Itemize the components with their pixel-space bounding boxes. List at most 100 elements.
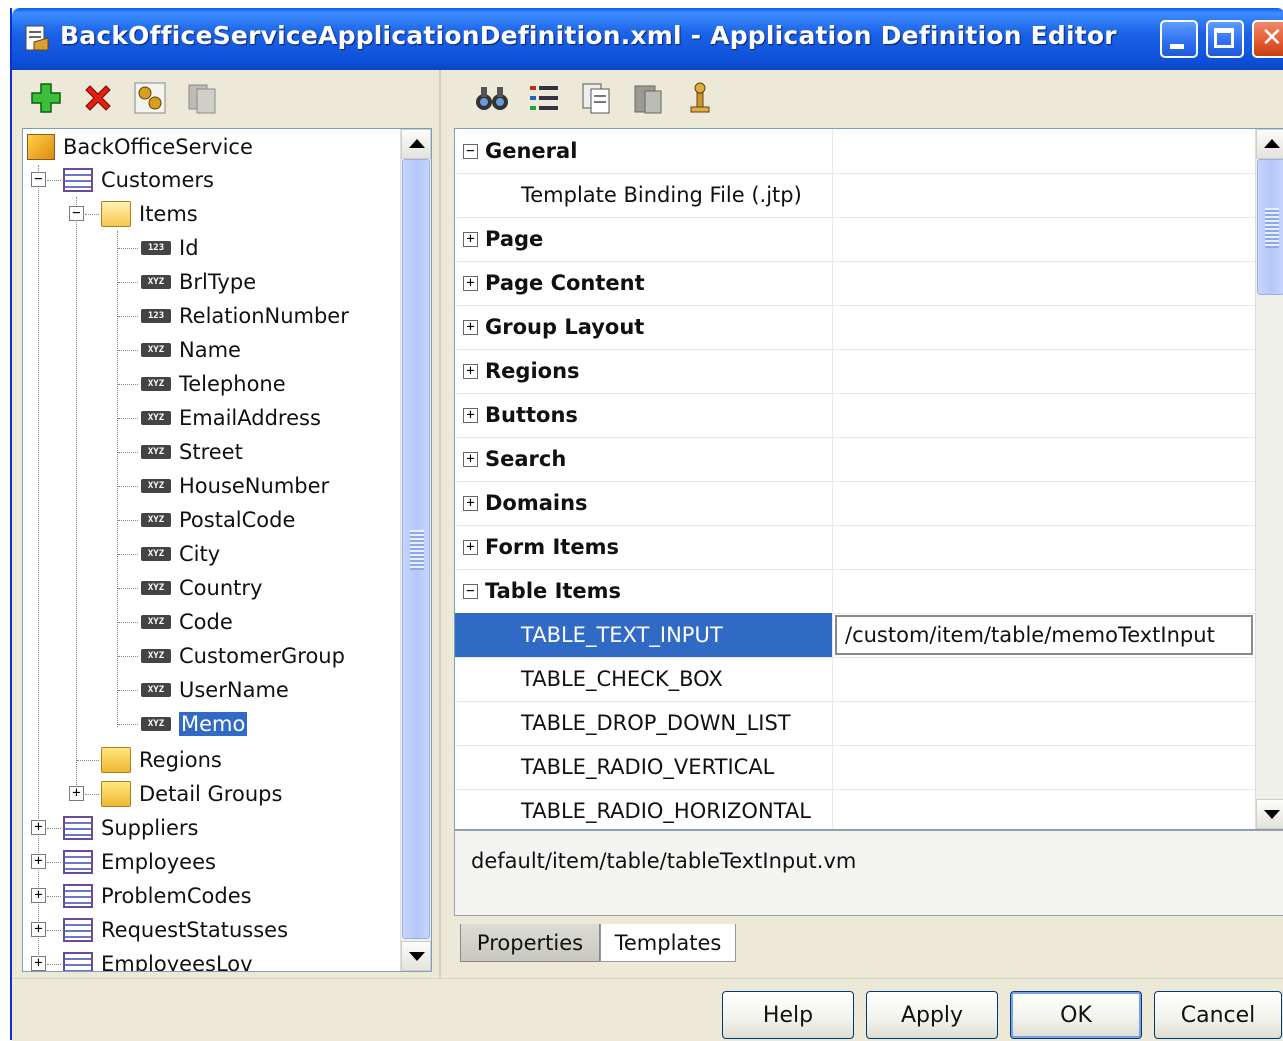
close-button[interactable] xyxy=(1252,20,1283,58)
tree-node-entity[interactable]: Employees xyxy=(63,846,216,878)
tree-node-field[interactable]: XYZ Telephone xyxy=(141,368,286,400)
tree-node-field[interactable]: XYZ Code xyxy=(141,606,233,638)
tree-node-field[interactable]: 123 RelationNumber xyxy=(141,300,349,332)
expand-toggle[interactable]: + xyxy=(31,820,46,835)
property-value[interactable] xyxy=(835,175,1253,215)
property-value-input[interactable]: /custom/item/table/memoTextInput xyxy=(835,615,1253,655)
expand-toggle[interactable]: + xyxy=(463,495,478,511)
tree-node-entity[interactable]: RequestStatusses xyxy=(63,914,288,946)
scroll-down-button[interactable] xyxy=(1256,799,1283,829)
property-table-radio-horizontal[interactable]: TABLE_RADIO_HORIZONTAL xyxy=(455,789,1255,829)
property-value[interactable] xyxy=(835,659,1253,699)
tree-node-entity[interactable]: EmployeesLov xyxy=(63,948,253,972)
property-value[interactable] xyxy=(835,747,1253,787)
ok-button[interactable]: OK xyxy=(1010,991,1142,1039)
tab-properties[interactable]: Properties xyxy=(460,924,600,962)
scroll-thumb[interactable] xyxy=(402,159,430,939)
expand-toggle[interactable]: + xyxy=(31,888,46,903)
expand-toggle[interactable]: + xyxy=(463,539,478,555)
expand-toggle[interactable]: + xyxy=(463,231,478,247)
property-table-drop-down-list[interactable]: TABLE_DROP_DOWN_LIST xyxy=(455,701,1255,746)
property-table-check-box[interactable]: TABLE_CHECK_BOX xyxy=(455,657,1255,702)
add-icon[interactable] xyxy=(28,80,64,116)
category-page-content[interactable]: + Page Content xyxy=(455,261,1255,306)
tree-node-field[interactable]: XYZ Memo xyxy=(141,708,248,740)
paste-icon[interactable] xyxy=(630,80,666,116)
expand-detail-groups-toggle[interactable]: + xyxy=(69,786,84,801)
scroll-up-button[interactable] xyxy=(401,129,431,159)
expand-toggle[interactable]: + xyxy=(463,319,478,335)
tree-node-field[interactable]: XYZ EmailAddress xyxy=(141,402,321,434)
category-general[interactable]: − General xyxy=(455,129,1255,174)
category-regions[interactable]: + Regions xyxy=(455,349,1255,394)
category-form-items[interactable]: + Form Items xyxy=(455,525,1255,570)
tree-node-field[interactable]: XYZ UserName xyxy=(141,674,289,706)
tree-node-label: HouseNumber xyxy=(179,474,330,498)
expand-toggle[interactable]: + xyxy=(31,854,46,869)
collapse-customers-toggle[interactable]: − xyxy=(31,172,46,187)
entity-tree[interactable]: BackOfficeService − Customers − Items 12… xyxy=(22,128,432,972)
tree-node-root[interactable]: BackOfficeService xyxy=(27,131,253,163)
pin-icon[interactable] xyxy=(682,80,718,116)
property-table-text-input[interactable]: TABLE_TEXT_INPUT /custom/item/table/memo… xyxy=(455,613,1255,658)
tree-node-items[interactable]: Items xyxy=(101,198,198,230)
maximize-button[interactable] xyxy=(1206,20,1244,58)
scroll-down-button[interactable] xyxy=(401,941,431,971)
category-search[interactable]: + Search xyxy=(455,437,1255,482)
expand-toggle[interactable]: + xyxy=(31,956,46,971)
minimize-button[interactable] xyxy=(1160,20,1198,58)
tree-node-field[interactable]: 123 Id xyxy=(141,232,199,264)
expand-toggle[interactable]: + xyxy=(463,275,478,291)
generate-icon[interactable] xyxy=(132,80,168,116)
properties-scrollbar[interactable] xyxy=(1255,129,1283,829)
expand-toggle[interactable]: + xyxy=(31,922,46,937)
attribute-icon: XYZ xyxy=(141,649,171,663)
copy-icon[interactable] xyxy=(184,80,220,116)
collapse-toggle[interactable]: − xyxy=(463,583,478,599)
help-button[interactable]: Help xyxy=(722,991,854,1039)
tree-node-field[interactable]: XYZ CustomerGroup xyxy=(141,640,345,672)
expand-toggle[interactable]: + xyxy=(463,451,478,467)
expand-toggle[interactable]: + xyxy=(463,407,478,423)
property-table-radio-vertical[interactable]: TABLE_RADIO_VERTICAL xyxy=(455,745,1255,790)
property-label: TABLE_RADIO_HORIZONTAL xyxy=(521,799,811,823)
expand-toggle[interactable]: + xyxy=(463,363,478,379)
copy-icon[interactable] xyxy=(578,80,614,116)
scroll-up-button[interactable] xyxy=(1256,129,1283,159)
list-icon[interactable] xyxy=(526,80,562,116)
pane-splitter[interactable] xyxy=(432,70,452,978)
category-page[interactable]: + Page xyxy=(455,217,1255,262)
tree-node-field[interactable]: XYZ City xyxy=(141,538,220,570)
find-icon[interactable] xyxy=(474,80,510,116)
apply-button[interactable]: Apply xyxy=(866,991,998,1039)
title-bar[interactable]: BackOfficeServiceApplicationDefinition.x… xyxy=(12,8,1283,70)
scroll-thumb[interactable] xyxy=(1257,159,1283,295)
tree-node-field[interactable]: XYZ BrlType xyxy=(141,266,256,298)
delete-icon[interactable] xyxy=(80,80,116,116)
tree-toolbar xyxy=(12,70,432,126)
property-template-binding[interactable]: Template Binding File (.jtp) xyxy=(455,173,1255,218)
property-grid[interactable]: − General Template Binding File (.jtp) + P… xyxy=(454,128,1283,830)
tree-node-field[interactable]: XYZ PostalCode xyxy=(141,504,295,536)
tree-node-regions[interactable]: Regions xyxy=(101,744,222,776)
category-domains[interactable]: + Domains xyxy=(455,481,1255,526)
category-group-layout[interactable]: + Group Layout xyxy=(455,305,1255,350)
collapse-toggle[interactable]: − xyxy=(463,143,478,159)
tree-node-label: EmployeesLov xyxy=(101,952,253,972)
tree-node-entity[interactable]: ProblemCodes xyxy=(63,880,252,912)
tree-node-detail-groups[interactable]: Detail Groups xyxy=(101,778,282,810)
property-value[interactable] xyxy=(835,703,1253,743)
tree-node-field[interactable]: XYZ Country xyxy=(141,572,262,604)
tree-node-customers[interactable]: Customers xyxy=(63,164,214,196)
collapse-items-toggle[interactable]: − xyxy=(69,206,84,221)
tree-scrollbar[interactable] xyxy=(400,129,431,971)
tree-node-field[interactable]: XYZ Name xyxy=(141,334,241,366)
category-table-items[interactable]: − Table Items xyxy=(455,569,1255,614)
tree-node-field[interactable]: XYZ Street xyxy=(141,436,243,468)
cancel-button[interactable]: Cancel xyxy=(1154,991,1282,1039)
tree-node-entity[interactable]: Suppliers xyxy=(63,812,198,844)
category-buttons[interactable]: + Buttons xyxy=(455,393,1255,438)
property-value[interactable] xyxy=(835,791,1253,829)
tab-templates[interactable]: Templates xyxy=(600,924,736,962)
tree-node-field[interactable]: XYZ HouseNumber xyxy=(141,470,329,502)
